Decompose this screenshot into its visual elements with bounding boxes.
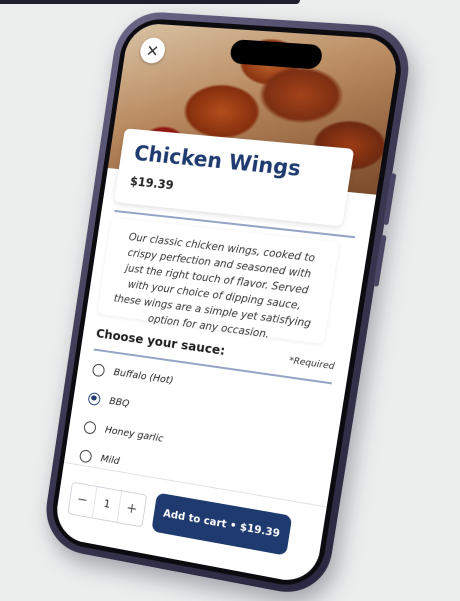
- volume-button: [383, 173, 396, 225]
- radio-button[interactable]: [79, 449, 93, 463]
- radio-button-selected[interactable]: [87, 391, 101, 405]
- required-label: *Required: [288, 356, 335, 372]
- phone-scene: ✕ Chicken Wings $19.39 Our classic chick…: [41, 10, 416, 600]
- top-edge-bar: [0, 0, 300, 4]
- sauce-option-label: BBQ: [109, 396, 130, 410]
- sauce-option-label: Honey garlic: [104, 424, 164, 444]
- phone-screen: ✕ Chicken Wings $19.39 Our classic chick…: [53, 22, 401, 585]
- minus-icon[interactable]: −: [69, 490, 95, 509]
- sauce-option-label: Mild: [100, 453, 120, 467]
- top-edge: [0, 0, 460, 8]
- description-box: Our classic chicken wings, cooked to cri…: [97, 217, 339, 344]
- sauce-option-label: Buffalo (Hot): [113, 367, 174, 386]
- radio-button[interactable]: [92, 363, 106, 377]
- volume-button-lower: [373, 235, 386, 287]
- radio-button[interactable]: [83, 420, 97, 434]
- quantity-value: 1: [92, 487, 122, 522]
- sauce-option-honey-garlic[interactable]: Honey garlic: [83, 416, 165, 450]
- product-price: $19.39: [129, 174, 174, 192]
- close-icon: ✕: [145, 41, 160, 61]
- sauce-option-buffalo[interactable]: Buffalo (Hot): [91, 358, 175, 391]
- plus-icon[interactable]: +: [119, 499, 145, 519]
- quantity-stepper: − 1 +: [67, 482, 147, 528]
- add-to-cart-button[interactable]: Add to cart • $19.39: [151, 493, 292, 556]
- product-title: Chicken Wings: [133, 141, 303, 181]
- phone-frame: ✕ Chicken Wings $19.39 Our classic chick…: [41, 10, 416, 600]
- sauce-option-bbq[interactable]: BBQ: [87, 387, 131, 414]
- add-to-cart-label: Add to cart • $19.39: [162, 508, 280, 540]
